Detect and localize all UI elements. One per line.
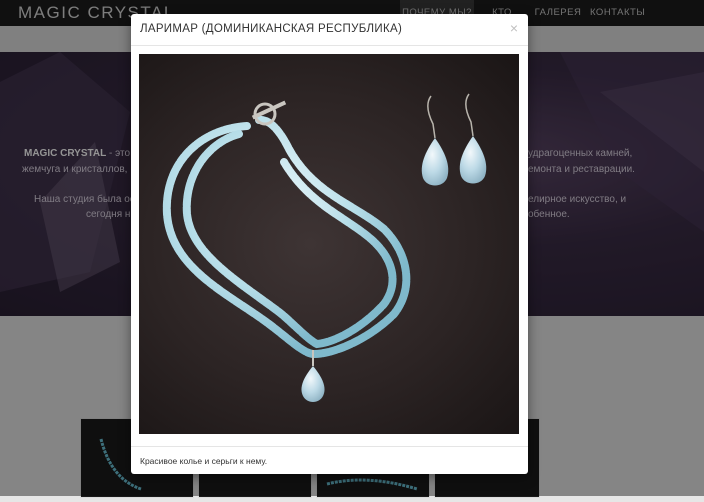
modal-footer-divider [131, 446, 528, 447]
larimar-necklace-earrings-image [162, 93, 487, 402]
larimar-jewelry-photo [139, 54, 519, 434]
image-modal: ЛАРИМАР (ДОМИНИКАНСКАЯ РЕСПУБЛИКА) × Кра… [131, 14, 528, 474]
image-caption: Красивое колье и серьги к нему. [140, 456, 268, 466]
modal-header-divider [131, 45, 528, 46]
modal-title: ЛАРИМАР (ДОМИНИКАНСКАЯ РЕСПУБЛИКА) [140, 23, 403, 35]
close-icon[interactable]: × [510, 20, 518, 36]
